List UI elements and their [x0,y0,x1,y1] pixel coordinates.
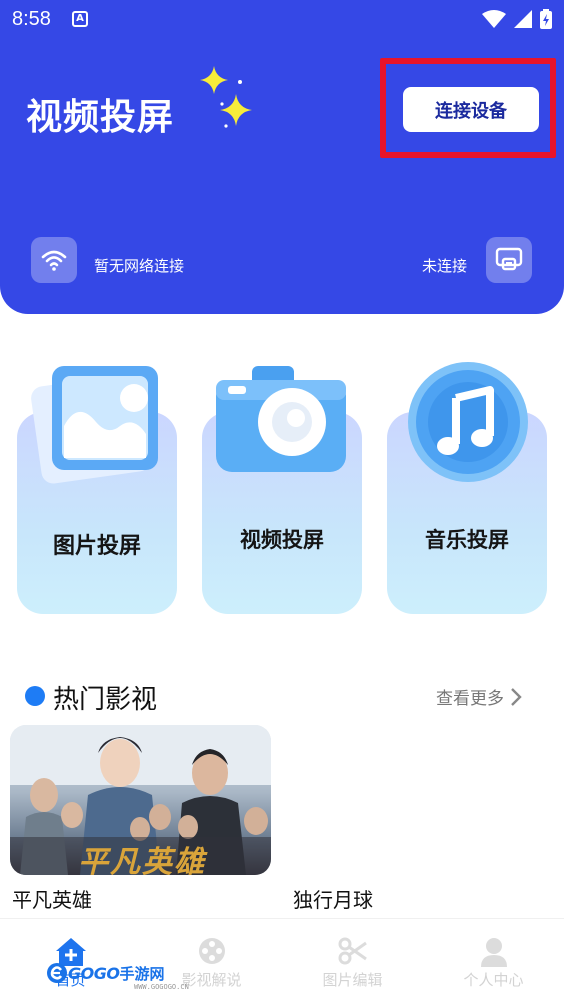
network-status-text: 暂无网络连接 [94,257,185,275]
movie-poster-1[interactable]: 平凡英雄 [10,725,271,875]
music-cast-label: 音乐投屏 [425,528,509,552]
scissors-icon [338,937,367,965]
cast-status-button[interactable] [486,237,532,283]
video-cast-label: 视频投屏 [240,528,324,552]
movie-title-1[interactable]: 平凡英雄 [12,884,92,913]
status-icons [482,9,552,29]
tab-profile-label: 个人中心 [463,971,524,989]
header-banner: 8:58 A 视频投屏 连接设备 暂无网络连接 未连接 [0,0,564,314]
status-time: 8:58 [12,8,51,30]
battery-icon [540,9,552,29]
picture-cast-label: 图片投屏 [52,534,141,559]
wifi-icon [41,250,67,271]
tab-profile[interactable]: 个人中心 [423,919,564,1004]
notification-icon: A [72,11,88,27]
cell-signal-icon [514,10,532,28]
watermark-e-icon [47,963,67,983]
watermark-text-cn: 手游网 [119,964,165,983]
watermark-url: WWW.GOGOGO.CN [134,983,189,991]
wifi-signal-icon [482,10,506,28]
person-icon [480,938,507,967]
picture-icon [31,366,158,484]
section-indicator-dot [25,686,45,706]
watermark-text: GOGO [68,963,120,983]
view-more-link[interactable]: 查看更多 [436,684,522,709]
sparkle-icon [200,66,252,128]
movie-title-2[interactable]: 独行月球 [293,884,373,913]
bottom-tab-bar: 首页 影视解说 图片编辑 个人中心 [0,918,564,1004]
view-more-label: 查看更多 [436,689,504,709]
status-bar: 8:58 A [0,0,564,40]
camera-icon [216,366,346,472]
tab-image-edit-label: 图片编辑 [322,971,383,989]
tab-image-edit[interactable]: 图片编辑 [282,919,423,1004]
watermark-logo: GOGO 手游网 WWW.GOGOGO.CN [46,962,189,991]
music-icon [408,362,528,482]
poster-title-art: 平凡英雄 [78,845,206,875]
connect-device-button[interactable]: 连接设备 [403,87,539,132]
chevron-right-icon [511,687,522,706]
hot-section-title: 热门影视 [53,685,158,715]
film-reel-icon [198,938,225,964]
page-title: 视频投屏 [26,97,175,138]
connection-status-text: 未连接 [422,257,468,275]
screen-cast-icon [495,247,523,271]
network-status-button[interactable] [31,237,77,283]
